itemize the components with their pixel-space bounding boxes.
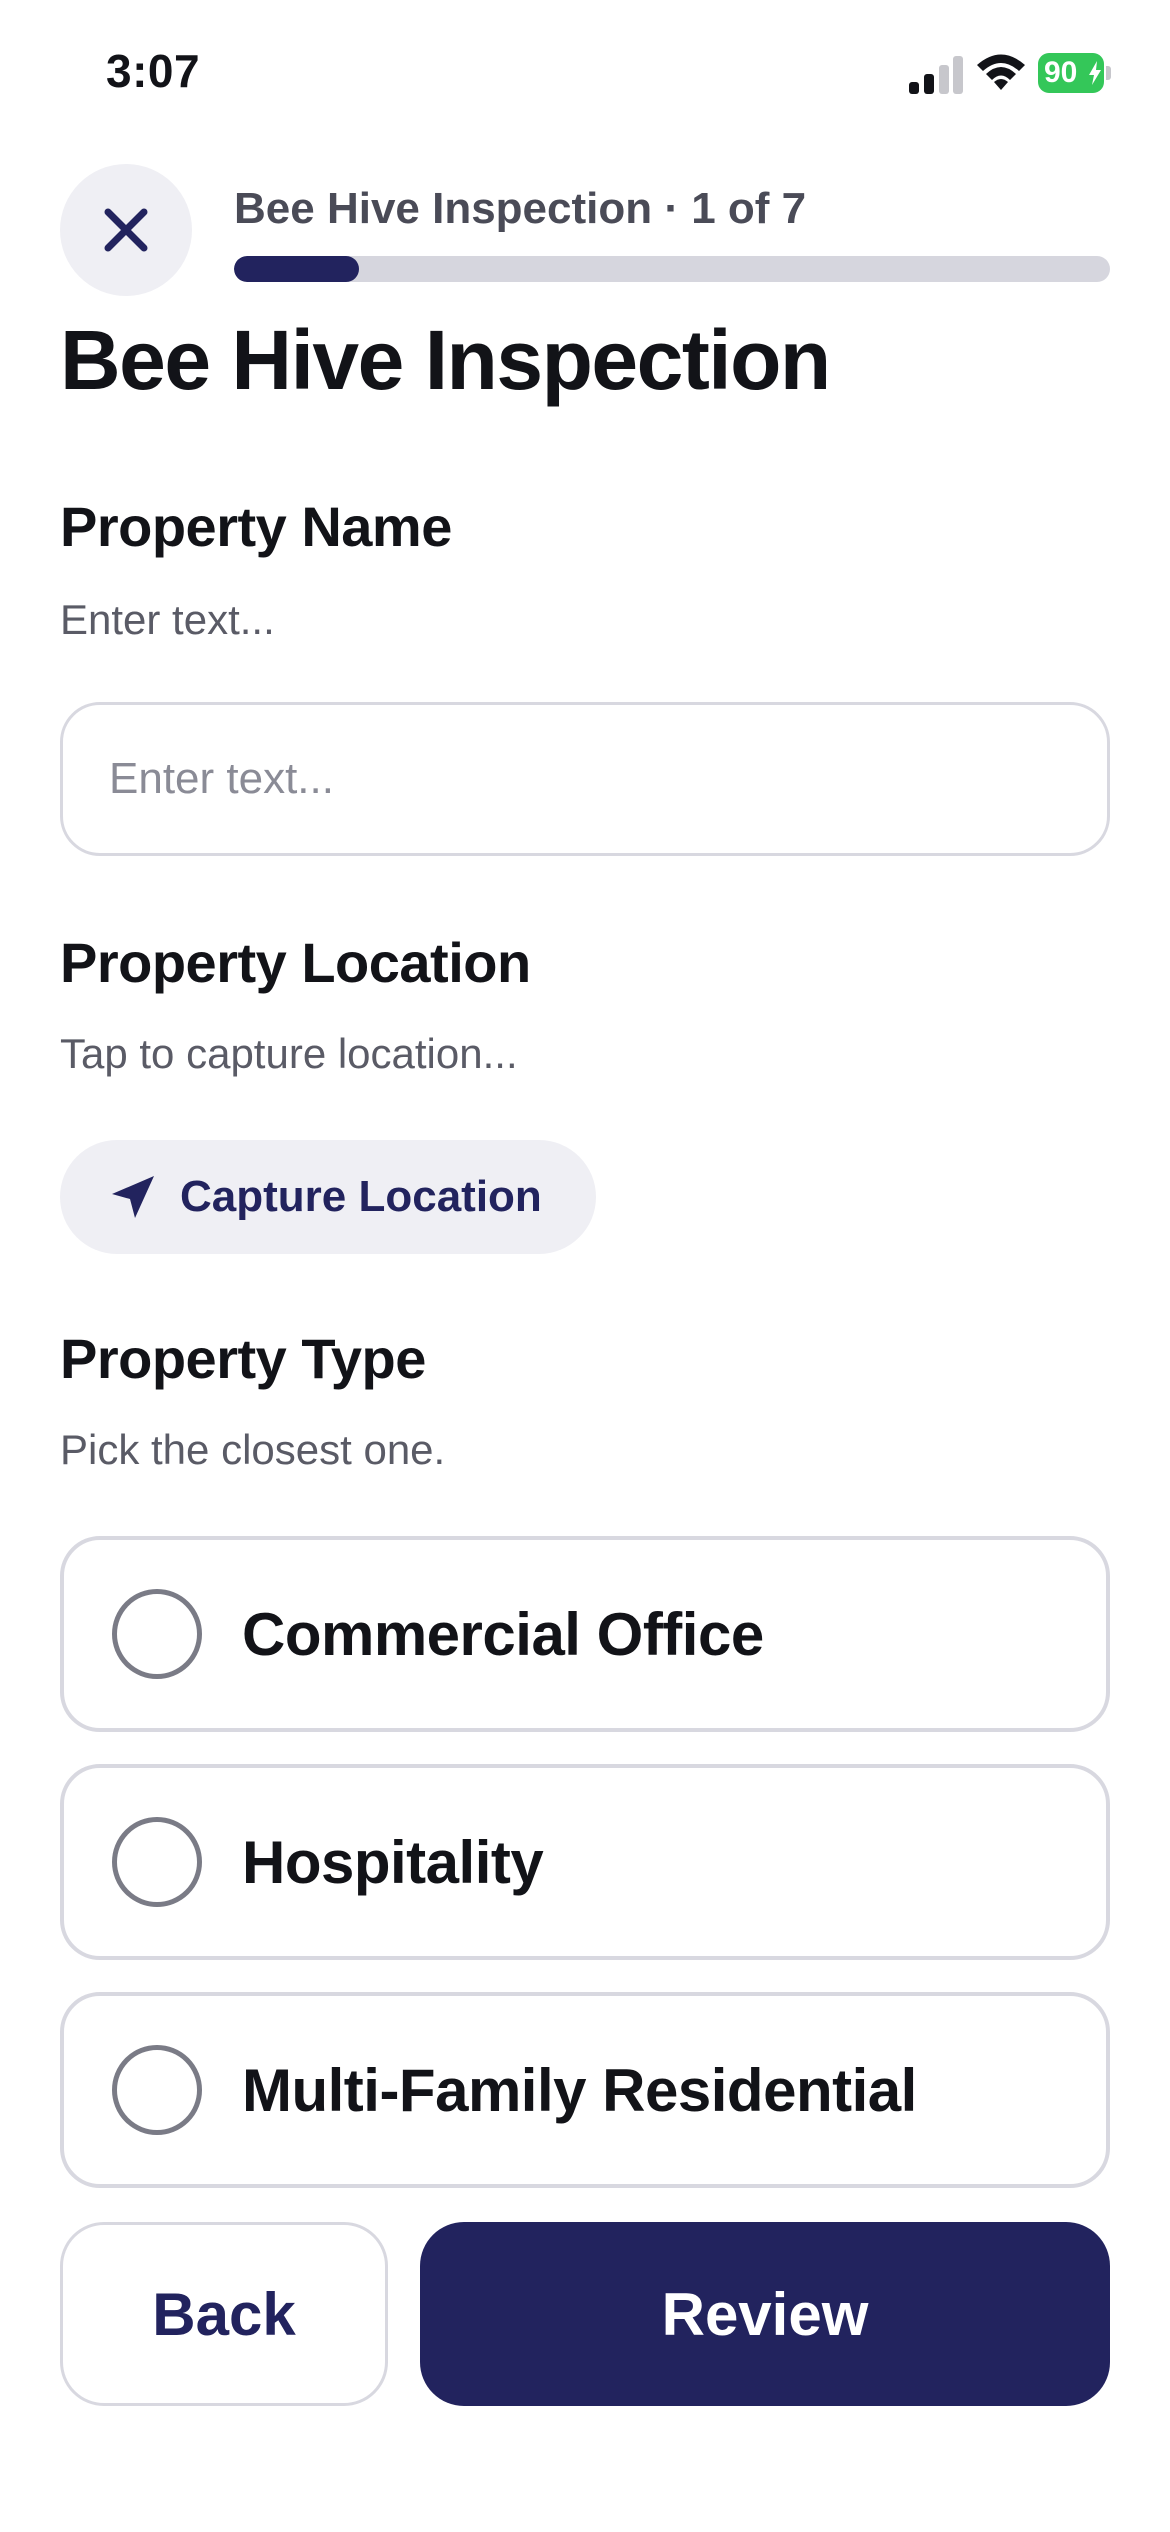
battery-percent: 90 bbox=[1044, 56, 1078, 89]
property-location-hint: Tap to capture location... bbox=[60, 1030, 518, 1077]
property-name-input[interactable] bbox=[60, 702, 1110, 856]
battery-cap bbox=[1106, 66, 1111, 80]
progress-label: Bee Hive Inspection · 1 of 7 bbox=[234, 184, 807, 233]
page-title: Bee Hive Inspection bbox=[60, 313, 831, 407]
property-name-label: Property Name bbox=[60, 495, 452, 558]
property-name-hint: Enter text... bbox=[60, 596, 275, 643]
option-label: Multi-Family Residential bbox=[242, 2056, 917, 2124]
property-type-label: Property Type bbox=[60, 1327, 426, 1390]
review-button[interactable]: Review bbox=[420, 2222, 1110, 2406]
signal-icon bbox=[909, 56, 963, 94]
property-type-hint: Pick the closest one. bbox=[60, 1426, 446, 1473]
battery-icon: 90 bbox=[1038, 53, 1111, 93]
capture-location-button[interactable]: Capture Location bbox=[60, 1140, 596, 1254]
progress-bar bbox=[234, 256, 1110, 282]
radio-button[interactable] bbox=[112, 1817, 202, 1907]
capture-location-label: Capture Location bbox=[180, 1172, 542, 1221]
radio-button[interactable] bbox=[112, 1589, 202, 1679]
charging-bolt-icon bbox=[1089, 61, 1101, 85]
progress-fill bbox=[234, 256, 360, 282]
option-multi-family-residential[interactable]: Multi-Family Residential bbox=[60, 1992, 1110, 2188]
close-icon bbox=[104, 208, 148, 252]
radio-button[interactable] bbox=[112, 2045, 202, 2135]
option-commercial-office[interactable]: Commercial Office bbox=[60, 1536, 1110, 1732]
screen: 3:07 90 Bee Hive Inspection · 1 of 7 Bee… bbox=[0, 0, 1170, 2532]
option-label: Commercial Office bbox=[242, 1600, 764, 1668]
wifi-icon bbox=[977, 54, 1025, 90]
back-button[interactable]: Back bbox=[60, 2222, 388, 2406]
location-arrow-icon bbox=[112, 1176, 154, 1218]
property-location-label: Property Location bbox=[60, 931, 531, 994]
option-label: Hospitality bbox=[242, 1828, 544, 1896]
close-button[interactable] bbox=[60, 164, 192, 296]
status-time: 3:07 bbox=[106, 45, 201, 97]
option-hospitality[interactable]: Hospitality bbox=[60, 1764, 1110, 1960]
